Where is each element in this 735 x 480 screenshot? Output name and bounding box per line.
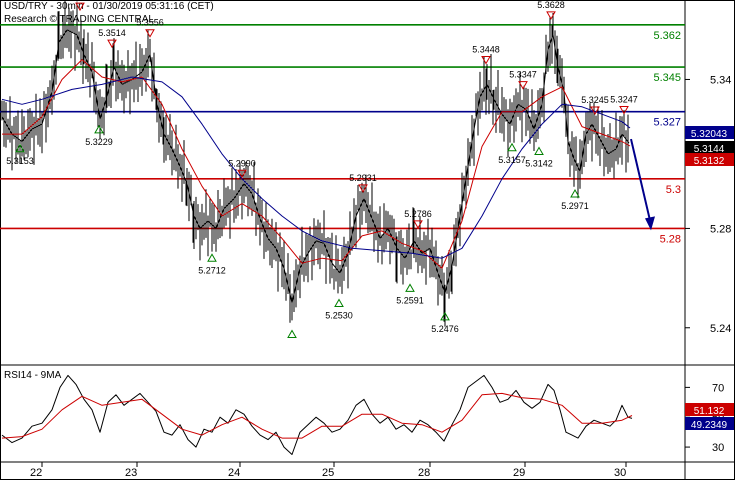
- swing-high-label: 5.3448: [472, 45, 500, 55]
- rsi-y-tick-label: 70: [712, 382, 724, 394]
- swing-low-marker: [507, 142, 517, 152]
- swing-low-label: 5.3157: [498, 155, 526, 165]
- y-tick-label: 5.34: [710, 74, 731, 86]
- swing-low-label: 5.2476: [431, 324, 459, 334]
- swing-low-label: 5.2591: [396, 295, 424, 305]
- rsi-tag-label: 49.2349: [691, 420, 728, 431]
- swing-high-label: 5.3663: [66, 0, 94, 1]
- swing-low-label: 5.2971: [561, 201, 589, 211]
- swing-low-marker: [534, 146, 544, 156]
- level-label: 5.362: [653, 30, 681, 42]
- price-tag-label: 5.3132: [694, 156, 725, 167]
- x-tick-label: 30: [614, 467, 626, 479]
- rsi-line-rsi: [1, 374, 633, 455]
- swing-low-marker: [405, 283, 415, 292]
- x-tick-label: 24: [228, 467, 240, 479]
- swing-high-marker: [546, 11, 556, 20]
- swing-low-marker: [287, 329, 297, 339]
- x-tick-label: 28: [418, 467, 430, 479]
- y-tick-label: 5.28: [710, 223, 731, 235]
- swing-low-label: 5.3229: [85, 137, 113, 147]
- x-tick-label: 22: [30, 467, 42, 479]
- rsi-y-tick-label: 30: [712, 442, 724, 454]
- swing-high-label: 5.3247: [610, 94, 638, 104]
- x-tick-label: 29: [513, 467, 525, 479]
- usdtry-chart: 222324252829305.345.315.285.245.3625.345…: [0, 0, 735, 480]
- swing-high-label: 5.3628: [537, 0, 565, 10]
- swing-low-label: 5.3142: [525, 159, 553, 169]
- swing-high-label: 5.3245: [581, 95, 609, 105]
- swing-high-label: 5.2786: [404, 209, 432, 219]
- forecast-arrow-shaft: [630, 138, 651, 221]
- rsi-line-rsi_ma: [1, 392, 633, 439]
- price-tag-label: 5.32043: [691, 129, 728, 140]
- swing-high-marker: [413, 220, 423, 229]
- level-label: 5.327: [653, 117, 681, 129]
- level-label: 5.28: [660, 233, 681, 245]
- level-label: 5.345: [653, 72, 681, 84]
- swing-high-label: 5.2931: [349, 173, 377, 183]
- swing-high-label: 5.3347: [509, 70, 537, 80]
- x-tick-label: 23: [125, 467, 137, 479]
- swing-low-marker: [207, 253, 217, 262]
- swing-low-label: 5.2530: [325, 310, 353, 320]
- y-tick-label: 5.24: [710, 323, 731, 335]
- swing-low-label: 5.3153: [6, 156, 34, 166]
- rsi-tag-label: 51.132: [694, 406, 725, 417]
- swing-high-label: 5.3556: [136, 18, 164, 28]
- swing-low-marker: [334, 298, 344, 307]
- swing-high-marker: [481, 56, 491, 65]
- swing-high-marker: [145, 29, 155, 38]
- level-label: 5.3: [666, 184, 681, 196]
- swing-high-marker: [107, 39, 117, 49]
- swing-high-label: 5.2990: [228, 158, 256, 168]
- swing-low-label: 5.2712: [198, 265, 226, 275]
- swing-high-label: 5.3514: [98, 28, 126, 38]
- x-tick-label: 25: [322, 467, 334, 479]
